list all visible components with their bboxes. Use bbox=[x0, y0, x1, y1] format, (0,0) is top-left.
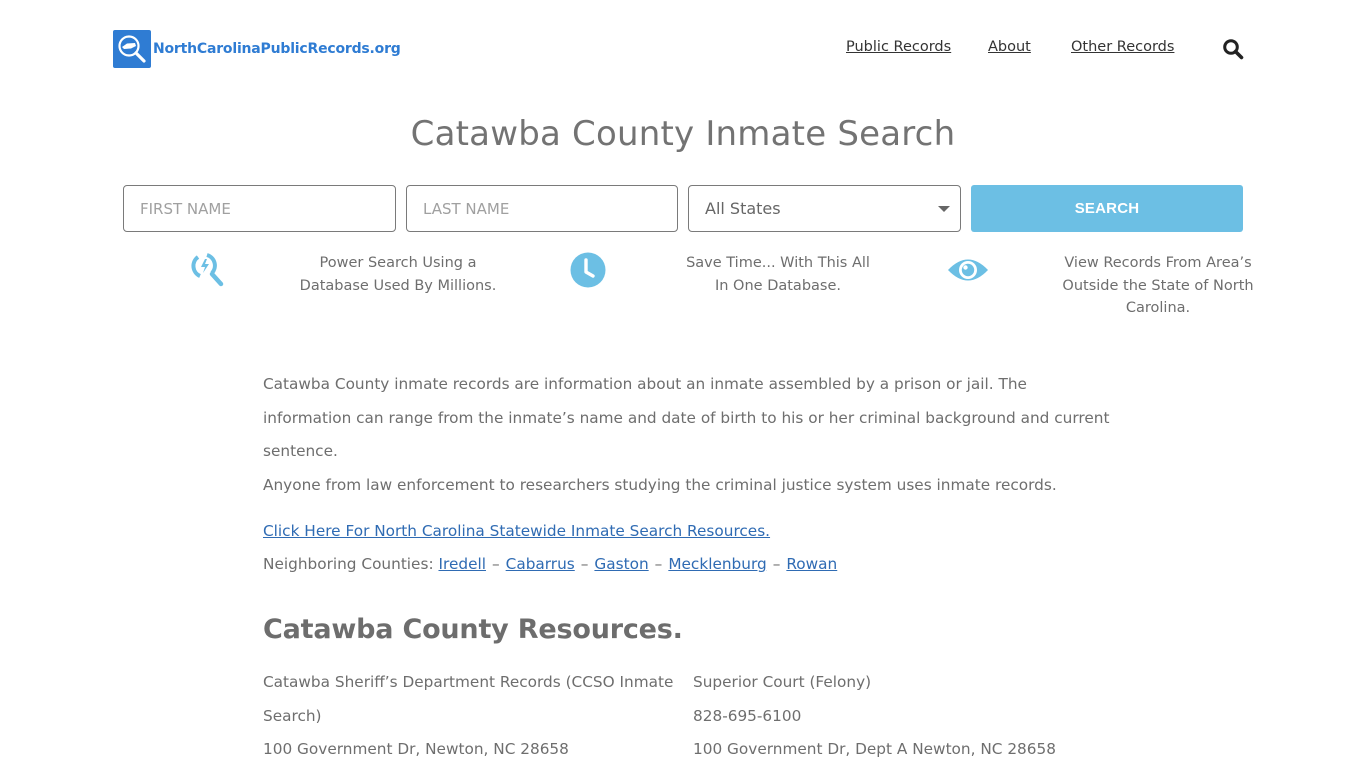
county-link-mecklenburg[interactable]: Mecklenburg bbox=[668, 555, 766, 573]
county-link-rowan[interactable]: Rowan bbox=[786, 555, 837, 573]
intro-content: Catawba County inmate records are inform… bbox=[263, 368, 1113, 502]
last-name-input[interactable] bbox=[407, 186, 677, 231]
intro-paragraph-2: Anyone from law enforcement to researche… bbox=[263, 475, 1057, 494]
resource-address: 100 Government Dr, Dept A Newton, NC 286… bbox=[693, 740, 1056, 758]
feature-text: View Records From Area’s Outside the Sta… bbox=[1062, 255, 1254, 316]
power-search-icon bbox=[188, 251, 228, 289]
resource-card: Superior Court (Felony) 828-695-6100 100… bbox=[693, 666, 1113, 767]
county-link-gaston[interactable]: Gaston bbox=[594, 555, 648, 573]
resource-address: 100 Government Dr, Newton, NC 28658 bbox=[263, 740, 569, 758]
first-name-input[interactable] bbox=[124, 186, 395, 231]
neighboring-counties: Neighboring Counties: Iredell – Cabarrus – G… bbox=[263, 555, 837, 573]
feature-text: Power Search Using a Database Used By Mi… bbox=[299, 255, 497, 294]
last-name-field-wrapper bbox=[406, 185, 678, 232]
search-button[interactable]: SEARCH bbox=[971, 185, 1243, 232]
page-title: Catawba County Inmate Search bbox=[410, 114, 956, 154]
site-header: NorthCarolinaPublicRecords.org Public Re… bbox=[0, 0, 1366, 100]
feature-text: Save Time... With This All In One Databa… bbox=[686, 255, 870, 294]
resource-name: Superior Court (Felony) bbox=[693, 673, 872, 691]
state-select[interactable]: All States bbox=[688, 185, 961, 232]
clock-icon bbox=[568, 251, 608, 289]
nav-public-records[interactable]: Public Records bbox=[846, 39, 951, 55]
caret-down-icon bbox=[938, 205, 950, 212]
separator: – bbox=[580, 555, 589, 573]
separator: – bbox=[772, 555, 781, 573]
statewide-inmate-search-link[interactable]: Click Here For North Carolina Statewide … bbox=[263, 522, 770, 540]
resource-phone: 828-695-6100 bbox=[693, 706, 802, 725]
resource-name: Catawba Sheriff’s Department Records (CC… bbox=[263, 673, 674, 725]
search-icon[interactable] bbox=[1222, 38, 1244, 60]
eye-icon bbox=[947, 251, 988, 289]
nav-other-records[interactable]: Other Records bbox=[1071, 39, 1174, 55]
resources-heading: Catawba County Resources. bbox=[263, 614, 683, 645]
state-select-value: All States bbox=[705, 199, 781, 218]
separator: – bbox=[654, 555, 663, 573]
intro-paragraph: Catawba County inmate records are inform… bbox=[263, 375, 1110, 461]
nav-about[interactable]: About bbox=[988, 39, 1031, 55]
neighbors-label: Neighboring Counties: bbox=[263, 555, 434, 573]
county-link-iredell[interactable]: Iredell bbox=[438, 555, 486, 573]
main-nav: Public Records About Other Records bbox=[0, 39, 1366, 61]
resource-card: Catawba Sheriff’s Department Records (CC… bbox=[263, 666, 678, 767]
separator: – bbox=[491, 555, 500, 573]
county-link-cabarrus[interactable]: Cabarrus bbox=[506, 555, 575, 573]
first-name-field-wrapper bbox=[123, 185, 396, 232]
